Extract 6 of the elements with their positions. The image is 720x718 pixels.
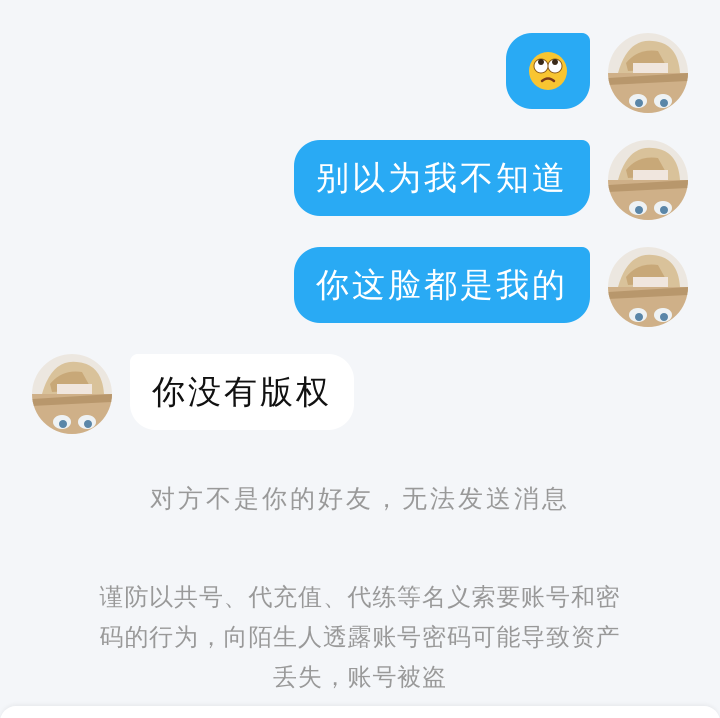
message-bubble: 别以为我不知道 (294, 140, 590, 216)
security-warning: 谨防以共号、代充值、代练等名义索要账号和密码的行为，向陌生人透露账号密码可能导致资产丢失，账号被盗 (98, 582, 622, 693)
message-bubble: 你没有版权 (130, 354, 354, 430)
message-bubble: 你这脸都是我的 (294, 247, 590, 323)
rolling-eyes-emoji-icon (528, 51, 568, 91)
system-notice: 对方不是你的好友，无法发送消息 (149, 483, 571, 515)
